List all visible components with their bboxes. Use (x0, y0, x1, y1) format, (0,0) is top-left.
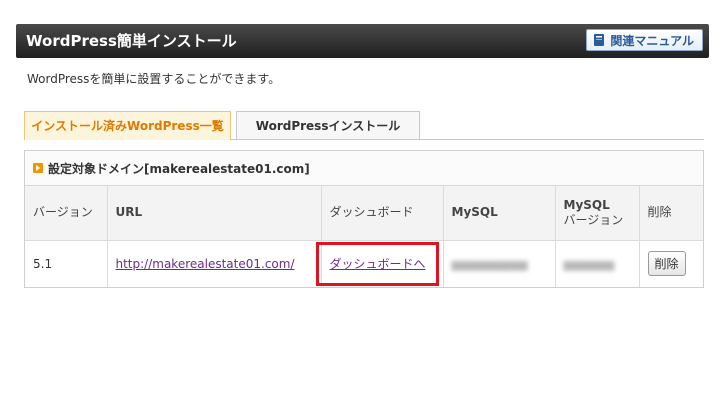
cell-mysql-version: ▆▆▆▆▆▆ (555, 240, 640, 287)
book-icon (593, 33, 605, 47)
column-mysql-version-line1: MySQL (563, 197, 610, 212)
column-url: URL (107, 186, 322, 241)
intro-text: WordPressを簡単に設置することができます。 (27, 72, 281, 86)
installed-list-panel: 設定対象ドメイン[makerealestate01.com] バージョン URL… (24, 150, 704, 288)
delete-button[interactable]: 削除 (647, 251, 686, 277)
cell-url: http://makerealestate01.com/ (107, 240, 322, 287)
installed-sites-table: バージョン URL ダッシュボード MySQL MySQL バージョン 削除 5… (25, 186, 703, 287)
cell-dashboard: ダッシュボードへ (315, 240, 444, 287)
column-mysql-version-line2: バージョン (563, 212, 624, 227)
table-row: 5.1 http://makerealestate01.com/ ダッシュボード… (25, 240, 703, 287)
related-manual-label: 関連マニュアル (610, 33, 694, 48)
mysql-database-blurred: ▆▆▆▆▆▆▆▆▆ (451, 257, 528, 271)
column-dashboard: ダッシュボード (321, 186, 444, 241)
page-title: WordPress簡単インストール (26, 32, 237, 50)
table-header-row: バージョン URL ダッシュボード MySQL MySQL バージョン 削除 (25, 186, 703, 241)
cell-delete: 削除 (639, 240, 703, 287)
bullet-arrow-icon (33, 163, 43, 173)
tab-bar: インストール済みWordPress一覧 WordPressインストール (24, 111, 704, 140)
column-mysql-version: MySQL バージョン (555, 186, 640, 241)
column-version: バージョン (25, 186, 108, 241)
column-mysql: MySQL (443, 186, 556, 241)
related-manual-button[interactable]: 関連マニュアル (586, 29, 703, 51)
column-delete: 削除 (639, 186, 703, 241)
cell-version: 5.1 (25, 240, 108, 287)
tab-wordpress-install[interactable]: WordPressインストール (236, 111, 420, 139)
mysql-version-blurred: ▆▆▆▆▆▆ (563, 257, 615, 271)
tab-installed-wordpress-list[interactable]: インストール済みWordPress一覧 (24, 111, 231, 140)
page-header: WordPress簡単インストール 関連マニュアル (16, 24, 709, 58)
cell-mysql: ▆▆▆▆▆▆▆▆▆ (443, 240, 556, 287)
target-domain-label: 設定対象ドメイン[makerealestate01.com] (48, 161, 310, 176)
highlight-annotation-box (315, 241, 439, 286)
target-domain-heading: 設定対象ドメイン[makerealestate01.com] (25, 151, 703, 186)
site-url-link[interactable]: http://makerealestate01.com/ (116, 257, 295, 271)
